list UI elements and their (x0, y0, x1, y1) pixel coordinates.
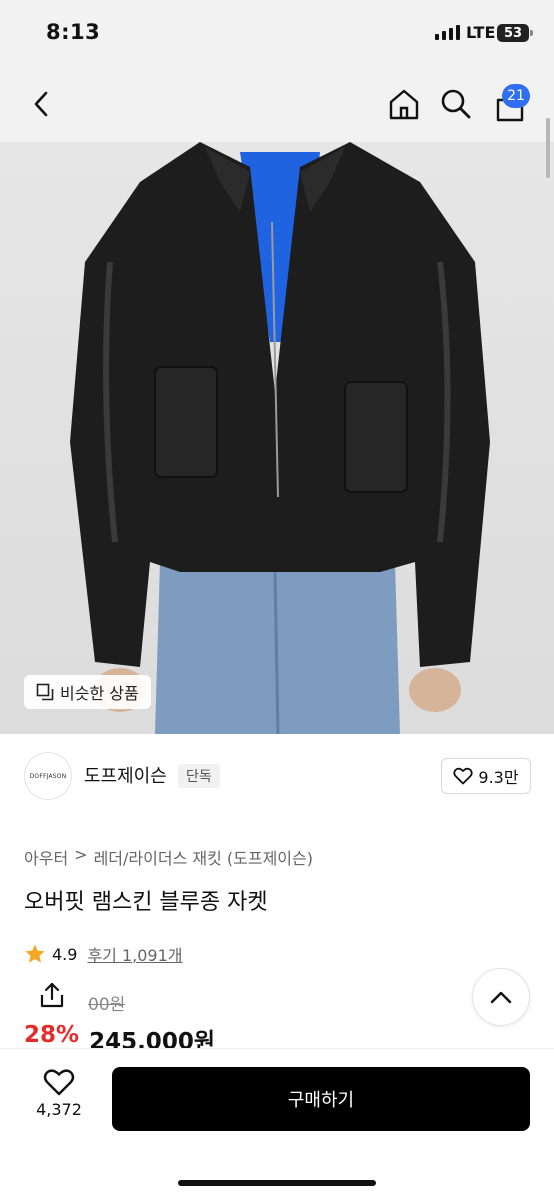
chevron-up-icon (490, 991, 512, 1004)
brand-name[interactable]: 도프제이슨 (84, 762, 167, 788)
breadcrumb-separator: > (74, 845, 88, 864)
cart-count-badge: 21 (502, 84, 530, 108)
network-type: LTE (466, 23, 496, 42)
buy-button[interactable]: 구매하기 (112, 1067, 530, 1131)
wishlist-button[interactable]: 4,372 (24, 1068, 94, 1130)
share-icon (40, 982, 64, 1008)
brand-logo[interactable]: DOFFJASON (24, 752, 72, 800)
status-time: 8:13 (46, 20, 101, 44)
heart-icon (453, 767, 474, 785)
star-icon (25, 944, 45, 963)
exclusive-badge: 단독 (178, 764, 220, 788)
battery-icon: 53 (497, 24, 529, 42)
brand-like-button[interactable]: 9.3만 (441, 758, 531, 794)
brand-like-count: 9.3만 (478, 768, 519, 787)
wishlist-count: 4,372 (36, 1100, 82, 1119)
back-button[interactable] (24, 86, 60, 122)
review-link[interactable]: 후기 1,091개 (87, 942, 182, 966)
search-button[interactable] (436, 84, 476, 124)
product-image[interactable] (0, 142, 554, 734)
scroll-top-button[interactable] (472, 968, 530, 1026)
home-icon (389, 89, 419, 120)
brand-logo-text: DOFFJASON (29, 772, 67, 780)
battery-tip (530, 30, 533, 36)
search-icon (441, 89, 471, 119)
original-price: 00원 (88, 995, 126, 1015)
jacket-photo (70, 142, 490, 734)
similar-icon (36, 683, 54, 701)
similar-products-button[interactable]: 비슷한 상품 (24, 675, 151, 709)
back-icon (34, 91, 48, 117)
similar-products-label: 비슷한 상품 (60, 684, 139, 703)
share-button[interactable] (24, 972, 80, 1018)
rating-row: 4.9 후기 1,091개 (24, 942, 183, 966)
rating-value: 4.9 (52, 944, 78, 964)
home-button[interactable] (384, 84, 424, 124)
home-indicator (178, 1180, 376, 1186)
heart-icon (43, 1069, 75, 1096)
breadcrumb-subcategory[interactable]: 레더/라이더스 재킷 (도프제이슨) (94, 845, 313, 869)
product-title: 오버핏 램스킨 블루종 자켓 (24, 890, 268, 915)
breadcrumb: 아우터 > 레더/라이더스 재킷 (도프제이슨) (24, 845, 313, 869)
breadcrumb-category[interactable]: 아우터 (24, 845, 68, 869)
scroll-indicator (546, 118, 550, 178)
signal-icon (435, 25, 460, 40)
